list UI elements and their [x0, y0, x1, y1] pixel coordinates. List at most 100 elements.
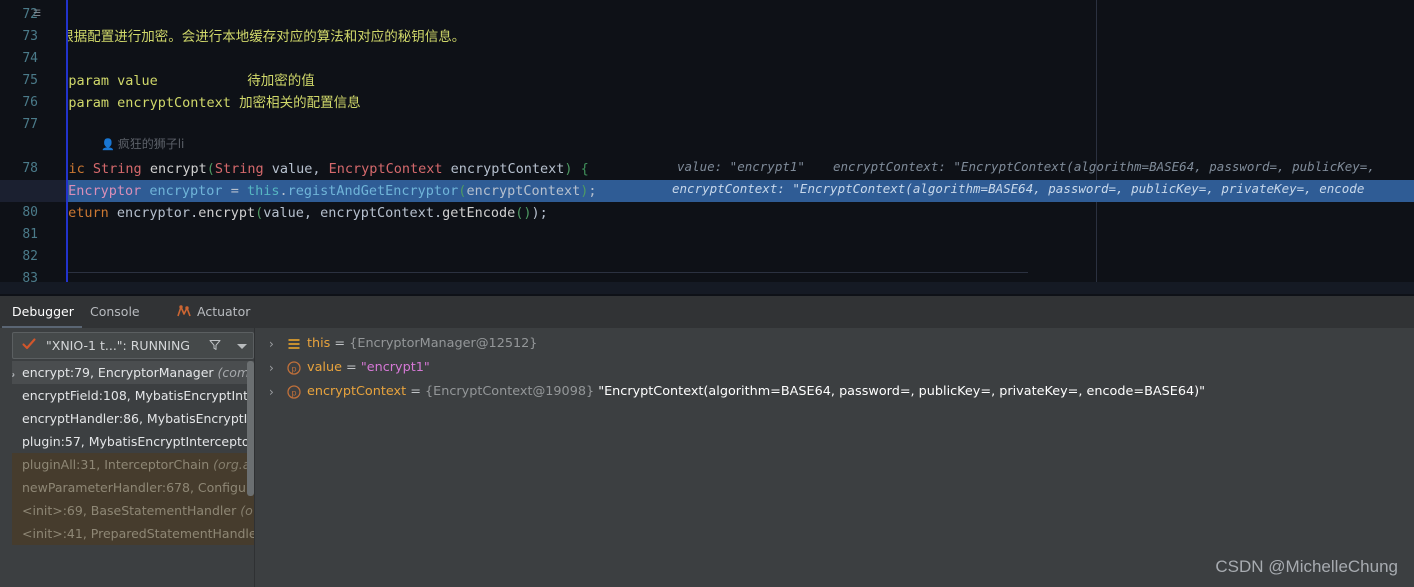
- stack-frame-name: plugin:57, MybatisEncryptIntercepto: [22, 434, 250, 449]
- stack-frame-package: (o: [240, 503, 253, 518]
- code-token: encryptor: [116, 205, 191, 221]
- chevron-down-icon[interactable]: [237, 344, 247, 349]
- call-stack-frames-list[interactable]: ↩encrypt:79, EncryptorManager (comencryp…: [12, 361, 254, 587]
- code-token: * @param value 待加密的值: [68, 73, 315, 89]
- stack-frame-row[interactable]: <init>:41, PreparedStatementHandle: [12, 522, 254, 545]
- chevron-right-icon[interactable]: ›: [269, 356, 274, 380]
- stack-frame-name: <init>:41, PreparedStatementHandle: [22, 526, 254, 541]
- tab-debugger[interactable]: Debugger: [12, 296, 74, 328]
- code-line[interactable]: return encryptor.encrypt(value, encryptC…: [68, 202, 548, 224]
- code-token: encrypt: [149, 161, 207, 177]
- variable-text-part: =: [341, 360, 361, 375]
- thread-selector[interactable]: "XNIO-1 t...": RUNNING: [12, 332, 254, 359]
- code-token: encryptContext: [320, 205, 434, 221]
- inline-debug-value-hint[interactable]: value: "encrypt1": [677, 159, 805, 174]
- tab-actuator[interactable]: Actuator: [176, 296, 250, 328]
- code-fold-icon[interactable]: ☰: [33, 8, 41, 20]
- actuator-icon: [177, 305, 191, 317]
- code-line[interactable]: public String encrypt(String value, Encr…: [68, 158, 589, 180]
- line-number[interactable]: 77: [0, 118, 38, 132]
- svg-text:p: p: [291, 364, 296, 373]
- stack-frame-name: <init>:69, BaseStatementHandler: [22, 503, 241, 518]
- frames-pane[interactable]: "XNIO-1 t...": RUNNING ↩encrypt:79, Encr…: [0, 328, 255, 587]
- stack-frame-row[interactable]: encryptHandler:86, MybatisEncryptIn: [12, 407, 254, 430]
- code-token: value: [271, 161, 313, 177]
- ide-window: 72☰7374757677787980818283 /*** 根据配置进行加密。…: [0, 0, 1414, 587]
- code-token: );: [531, 205, 548, 221]
- code-token: (: [206, 161, 215, 177]
- chevron-right-icon[interactable]: ›: [269, 332, 274, 356]
- svg-text:p: p: [291, 388, 296, 397]
- thread-selector-label: "XNIO-1 t...": RUNNING: [46, 338, 190, 353]
- code-token: registAndGetEncryptor: [287, 183, 459, 199]
- code-line[interactable]: * @param value 待加密的值: [68, 70, 315, 92]
- watermark: CSDN @MichelleChung: [1215, 557, 1398, 576]
- variable-text-part: this: [307, 336, 331, 351]
- chevron-right-icon[interactable]: ›: [269, 380, 274, 404]
- tool-window-tabbar[interactable]: Debugger Console Actuator: [0, 296, 1414, 328]
- stack-frame-row[interactable]: encryptField:108, MybatisEncryptInt: [12, 384, 254, 407]
- variable-text: value = "encrypt1": [307, 356, 430, 380]
- variable-text-part: encryptContext: [307, 384, 407, 399]
- stack-frame-name: encrypt:79, EncryptorManager: [22, 365, 218, 380]
- code-token: .: [190, 205, 199, 221]
- code-token: .: [433, 205, 443, 221]
- code-token: ,: [312, 161, 329, 177]
- line-number-gutter[interactable]: 72☰7374757677787980818283: [0, 0, 66, 290]
- variable-text-part: =: [406, 384, 425, 399]
- inline-debug-value-hint[interactable]: encryptContext: "EncryptContext(algorith…: [672, 181, 1364, 196]
- line-number[interactable]: 81: [0, 228, 38, 242]
- code-token: =: [230, 183, 247, 199]
- variable-text: this = {EncryptorManager@12512}: [307, 332, 537, 356]
- line-number[interactable]: 75: [0, 74, 38, 88]
- frames-vertical-scrollbar-thumb[interactable]: [247, 361, 254, 496]
- variable-text: encryptContext = {EncryptContext@19098} …: [307, 380, 1205, 404]
- code-token: getEncode: [442, 205, 516, 221]
- variables-pane[interactable]: › this = {EncryptorManager@12512} › p value …: [255, 328, 1414, 587]
- code-line[interactable]: IEncryptor encryptor = this.registAndGet…: [68, 180, 597, 202]
- inline-debug-value-hint[interactable]: encryptContext: "EncryptContext(algorith…: [833, 159, 1375, 174]
- code-token: * 根据配置进行加密。会进行本地缓存对应的算法和对应的秘钥信息。: [68, 29, 466, 45]
- line-number[interactable]: 73: [0, 30, 38, 44]
- code-token: this: [246, 183, 280, 199]
- vcs-author-name: 疯狂的狮子li: [117, 137, 185, 151]
- line-number[interactable]: 82: [0, 250, 38, 264]
- tab-label: Debugger: [12, 304, 74, 319]
- object-field-icon: [288, 339, 300, 349]
- code-token: EncryptContext: [328, 161, 451, 177]
- code-token: encryptContext: [466, 183, 581, 199]
- editor-horizontal-scrollbar-track[interactable]: [0, 282, 1414, 294]
- code-token: ;: [588, 183, 597, 199]
- stack-frame-row[interactable]: <init>:69, BaseStatementHandler (o: [12, 499, 254, 522]
- code-token: return: [68, 205, 109, 221]
- code-token: encryptor: [149, 183, 231, 199]
- stack-frame-row[interactable]: newParameterHandler:678, Configur: [12, 476, 254, 499]
- code-line[interactable]: * @param encryptContext 加密相关的配置信息: [68, 92, 361, 114]
- code-token: .: [279, 183, 288, 199]
- code-token: String: [92, 161, 150, 177]
- stack-frame-name: newParameterHandler:678, Configur: [22, 480, 252, 495]
- stack-frame-package: (com: [217, 365, 250, 380]
- stack-frame-name: encryptHandler:86, MybatisEncryptIn: [22, 411, 254, 426]
- parameter-icon: p: [287, 361, 301, 375]
- code-token: * @param encryptContext 加密相关的配置信息: [68, 95, 361, 111]
- line-number[interactable]: 78: [0, 162, 38, 176]
- stack-frame-row[interactable]: pluginAll:31, InterceptorChain (org.a: [12, 453, 254, 476]
- stack-frame-row[interactable]: ↩encrypt:79, EncryptorManager (com: [12, 361, 254, 384]
- code-token: value: [263, 205, 304, 221]
- user-icon: 👤: [101, 138, 115, 151]
- stack-frame-row[interactable]: plugin:57, MybatisEncryptIntercepto: [12, 430, 254, 453]
- code-token: public: [68, 161, 85, 177]
- line-number[interactable]: 76: [0, 96, 38, 110]
- code-line[interactable]: * 根据配置进行加密。会进行本地缓存对应的算法和对应的秘钥信息。: [68, 26, 465, 48]
- code-editor[interactable]: 72☰7374757677787980818283 /*** 根据配置进行加密。…: [0, 0, 1414, 296]
- tab-console[interactable]: Console: [90, 296, 140, 328]
- code-content-area[interactable]: /*** 根据配置进行加密。会进行本地缓存对应的算法和对应的秘钥信息。** @p…: [68, 0, 1414, 290]
- editor-fold-separator: [68, 272, 1028, 273]
- line-number[interactable]: 74: [0, 52, 38, 66]
- line-number[interactable]: 80: [0, 206, 38, 220]
- filter-icon[interactable]: [209, 339, 221, 351]
- stack-frame-name: pluginAll:31, InterceptorChain: [22, 457, 214, 472]
- variable-text-part: "EncryptContext(algorithm=BASE64, passwo…: [598, 384, 1206, 399]
- check-icon: [22, 338, 36, 350]
